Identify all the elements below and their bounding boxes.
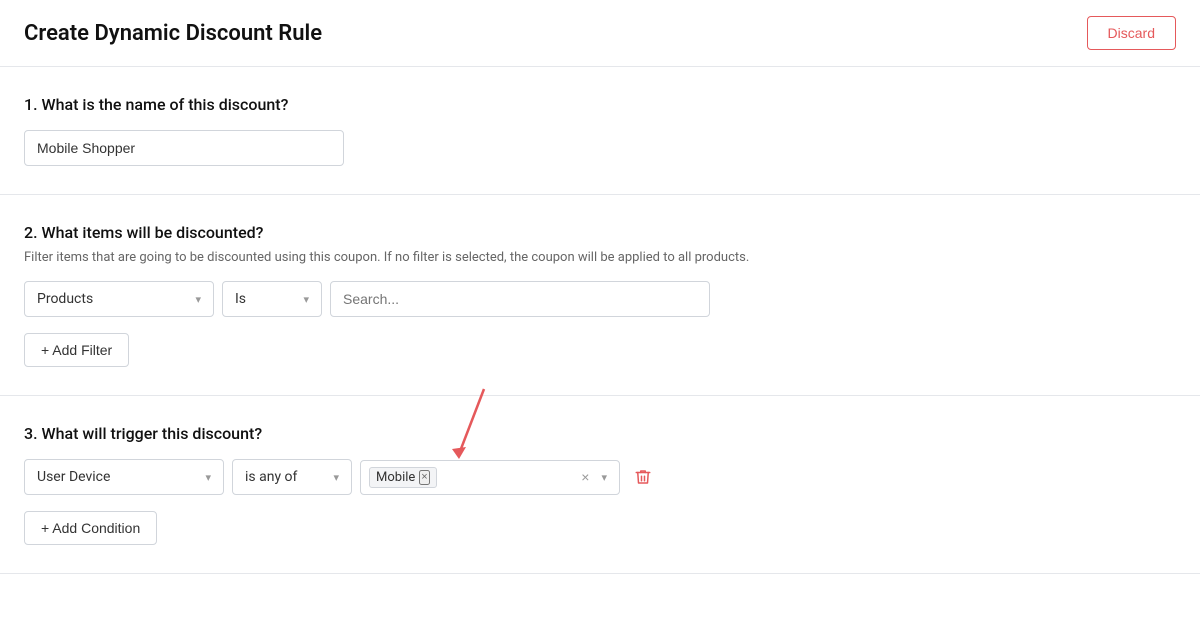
product-search-input[interactable] [330,281,710,317]
section2-title: 2. What items will be discounted? [24,223,1176,242]
filter-condition-value: Is [235,291,246,307]
delete-condition-button[interactable] [628,468,658,486]
section3-title: 3. What will trigger this discount? [24,424,1176,443]
tag-remove-button[interactable]: × [419,470,429,485]
chevron-down-icon: ▾ [205,471,211,484]
trigger-type-value: User Device [37,469,110,485]
clear-tags-button[interactable]: × [577,469,593,485]
tag-label: Mobile [376,470,415,485]
section-trigger: 3. What will trigger this discount? User… [0,396,1200,574]
discard-button[interactable]: Discard [1087,16,1176,50]
chevron-down-icon: ▾ [303,293,309,306]
add-condition-button[interactable]: + Add Condition [24,511,157,545]
page-header: Create Dynamic Discount Rule Discard [0,0,1200,67]
filter-type-value: Products [37,291,93,307]
add-filter-button[interactable]: + Add Filter [24,333,129,367]
filter-row: Products ▾ Is ▾ [24,281,1176,317]
trigger-value-input[interactable]: Mobile × × ▾ [360,460,620,495]
expand-dropdown-button[interactable]: ▾ [597,471,611,484]
filter-condition-dropdown[interactable]: Is ▾ [222,281,322,317]
condition-row: User Device ▾ is any of ▾ Mobile × × ▾ [24,459,1176,495]
mobile-tag: Mobile × [369,467,437,488]
chevron-down-icon: ▾ [333,471,339,484]
filter-type-dropdown[interactable]: Products ▾ [24,281,214,317]
chevron-down-icon: ▾ [195,293,201,306]
page-title: Create Dynamic Discount Rule [24,21,322,46]
trigger-condition-dropdown[interactable]: is any of ▾ [232,459,352,495]
section1-title: 1. What is the name of this discount? [24,95,1176,114]
discount-name-input[interactable] [24,130,344,166]
section2-subtitle: Filter items that are going to be discou… [24,250,1176,265]
trigger-condition-value: is any of [245,469,297,485]
trigger-type-dropdown[interactable]: User Device ▾ [24,459,224,495]
section-discount-name: 1. What is the name of this discount? [0,67,1200,195]
section-discounted-items: 2. What items will be discounted? Filter… [0,195,1200,396]
trash-icon [634,468,652,486]
